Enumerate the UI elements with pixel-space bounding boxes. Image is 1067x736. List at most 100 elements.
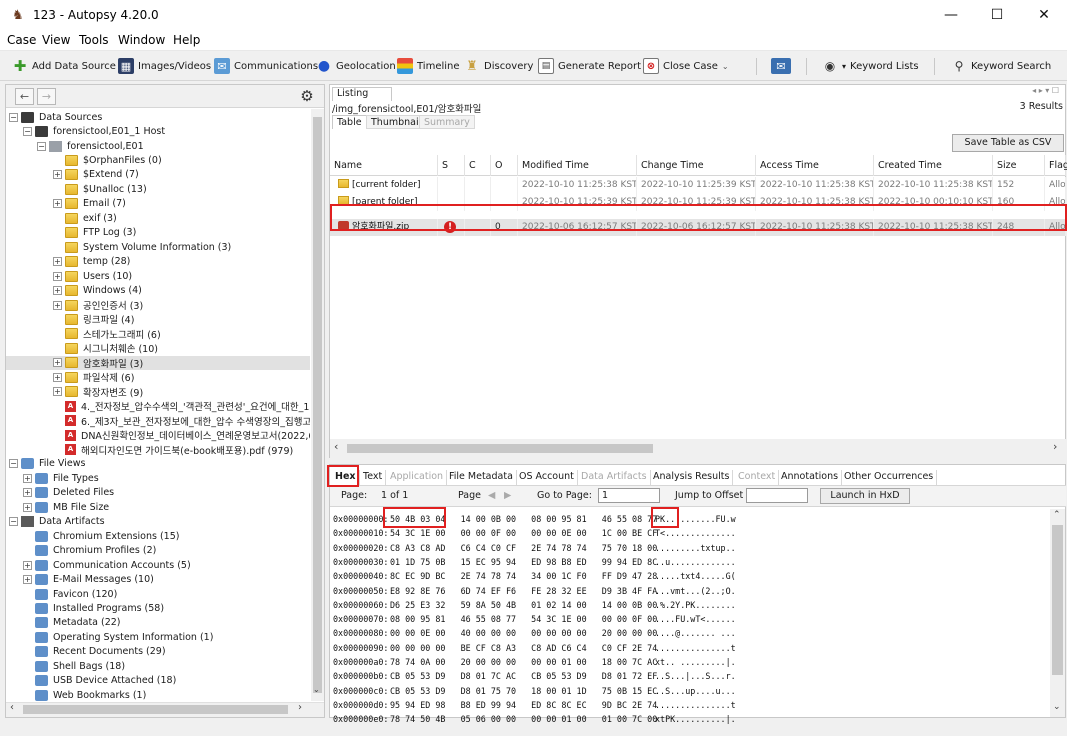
tree-node[interactable]: + 암호화파일 (3)	[6, 355, 310, 371]
expand-toggle-icon[interactable]: +	[53, 387, 62, 397]
images-videos-button[interactable]: ▦ Images/Videos	[118, 55, 211, 77]
tree-node[interactable]: exif (3)	[6, 211, 310, 225]
scroll-down-arrow-icon[interactable]: ⌄	[313, 685, 320, 694]
tree-node[interactable]: − Data Sources	[6, 110, 310, 124]
tree-node[interactable]: Metadata (22)	[6, 616, 310, 630]
save-table-csv-button[interactable]: Save Table as CSV	[952, 134, 1064, 152]
tree-node[interactable]: − forensictool,E01	[6, 139, 310, 153]
collapse-toggle-icon[interactable]: −	[23, 127, 32, 137]
table-row[interactable]: 암호화파일.zip! 0 2022-10-06 16:12:57 KST 2022-1…	[330, 219, 1066, 237]
tab-thumbnail[interactable]: Thumbnail	[366, 115, 427, 129]
tree-node[interactable]: FTP Log (3)	[6, 226, 310, 240]
tab-annotations[interactable]: Annotations	[778, 470, 843, 485]
column-header-c[interactable]: C	[465, 155, 491, 176]
forward-arrow-icon[interactable]: →	[37, 88, 56, 105]
tree-node[interactable]: A 4._전자정보_압수수색의_'객관적_관련성'_요건에_대한_1	[6, 399, 310, 413]
tab-context[interactable]: Context	[735, 470, 780, 485]
tree-node[interactable]: A 6._제3자_보관_전자정보에_대한_압수 수색영장의_집행고	[6, 413, 310, 428]
listing-tab[interactable]: Listing	[332, 87, 392, 101]
tab-os-account[interactable]: OS Account	[516, 470, 578, 485]
maximize-button[interactable]: ☐	[974, 0, 1020, 31]
geolocation-button[interactable]: ● Geolocation	[316, 55, 396, 77]
column-header-change-time[interactable]: Change Time	[637, 155, 756, 176]
launch-hxd-button[interactable]: Launch in HxD	[820, 488, 910, 504]
prev-page-arrow-icon[interactable]: ◀	[488, 490, 495, 501]
jump-offset-input[interactable]	[746, 488, 808, 503]
tree-node[interactable]: A 해외디자인도면 가이드북(e-book배포용).pdf (979)	[6, 442, 310, 457]
tree-node[interactable]: A DNA신원확인정보_데이터베이스_연례운영보고서(2022,6	[6, 428, 310, 442]
tab-application[interactable]: Application	[387, 470, 448, 485]
menu-window[interactable]: Window	[118, 33, 165, 47]
expand-toggle-icon[interactable]: +	[23, 473, 32, 483]
scroll-up-arrow-icon[interactable]: ⌃	[1053, 510, 1061, 520]
collapse-toggle-icon[interactable]: −	[9, 517, 18, 527]
next-page-arrow-icon[interactable]: ▶	[504, 490, 511, 501]
scroll-left-arrow-icon[interactable]: ‹	[334, 440, 338, 453]
collapse-toggle-icon[interactable]: −	[9, 459, 18, 469]
tree-node[interactable]: $OrphanFiles (0)	[6, 153, 310, 167]
menu-case[interactable]: Case	[7, 33, 36, 47]
tree-node[interactable]: + Users (10)	[6, 269, 310, 283]
tree-node[interactable]: + temp (28)	[6, 255, 310, 269]
email-button[interactable]: ✉	[771, 55, 791, 77]
tree-node[interactable]: + Deleted Files	[6, 486, 310, 500]
tree-node[interactable]: + $Extend (7)	[6, 168, 310, 182]
keyword-lists-button[interactable]: ◉ ▾ Keyword Lists	[822, 55, 919, 77]
table-row[interactable]: [current folder] 2022-10-10 11:25:38 KST 2…	[330, 177, 1066, 194]
generate-report-button[interactable]: ▤ Generate Report	[538, 55, 641, 77]
tree-node[interactable]: Installed Programs (58)	[6, 601, 310, 615]
tree-horizontal-scroll-thumb[interactable]	[23, 705, 288, 714]
tree-node[interactable]: Recent Documents (29)	[6, 645, 310, 659]
collapse-toggle-icon[interactable]: −	[9, 112, 18, 122]
goto-page-input[interactable]: 1	[598, 488, 660, 503]
scroll-left-arrow-icon[interactable]: ‹	[10, 702, 14, 713]
expand-toggle-icon[interactable]: +	[53, 286, 62, 296]
scroll-right-arrow-icon[interactable]: ›	[1053, 440, 1057, 453]
tree-node[interactable]: − forensictool,E01_1 Host	[6, 124, 310, 138]
tree-node[interactable]: 링크파일 (4)	[6, 312, 310, 326]
menu-tools[interactable]: Tools	[79, 33, 109, 47]
tab-text[interactable]: Text	[360, 470, 387, 485]
tree-node[interactable]: + 확장자변조 (9)	[6, 385, 310, 399]
column-header-size[interactable]: Size	[993, 155, 1045, 176]
tree-node[interactable]: System Volume Information (3)	[6, 240, 310, 254]
tree-node[interactable]: 시그니처훼손 (10)	[6, 341, 310, 355]
tree-node[interactable]: + File Types	[6, 471, 310, 485]
collapse-toggle-icon[interactable]: −	[37, 141, 46, 151]
menu-view[interactable]: View	[42, 33, 70, 47]
keyword-search-button[interactable]: ⚲ Keyword Search	[951, 55, 1052, 77]
scroll-down-arrow-icon[interactable]: ⌄	[1053, 702, 1061, 712]
table-row[interactable]: [parent folder] 2022-10-10 11:25:39 KST 20…	[330, 194, 1066, 212]
scroll-right-arrow-icon[interactable]: ›	[298, 702, 302, 713]
tree-node[interactable]: + Windows (4)	[6, 283, 310, 297]
tree-node[interactable]: USB Device Attached (18)	[6, 674, 310, 688]
tree-node[interactable]: Web Bookmarks (1)	[6, 688, 310, 701]
tab-file-metadata[interactable]: File Metadata	[446, 470, 517, 485]
close-button[interactable]: ✕	[1021, 0, 1067, 31]
column-header-s[interactable]: S	[438, 155, 465, 176]
timeline-button[interactable]: Timeline	[397, 55, 460, 77]
column-header-name[interactable]: Name	[330, 155, 438, 176]
tree-node[interactable]: Operating System Information (1)	[6, 630, 310, 644]
gear-icon[interactable]: ⚙	[299, 88, 315, 104]
tree-vertical-scroll-thumb[interactable]	[313, 117, 322, 693]
expand-toggle-icon[interactable]: +	[23, 560, 32, 570]
close-case-button[interactable]: ⊗ Close Case ⌄	[643, 55, 729, 77]
communications-button[interactable]: ✉ Communications	[214, 55, 318, 77]
column-header-access-time[interactable]: Access Time	[756, 155, 874, 176]
tab-hex[interactable]: Hex	[332, 470, 360, 485]
expand-toggle-icon[interactable]: +	[23, 575, 32, 585]
expand-toggle-icon[interactable]: +	[53, 358, 62, 368]
expand-toggle-icon[interactable]: +	[53, 199, 62, 209]
expand-toggle-icon[interactable]: +	[53, 271, 62, 281]
tree-node[interactable]: + Email (7)	[6, 197, 310, 211]
tab-analysis-results[interactable]: Analysis Results	[650, 470, 734, 485]
tree-node[interactable]: + E-Mail Messages (10)	[6, 572, 310, 586]
tree-node[interactable]: − File Views	[6, 457, 310, 471]
add-data-source-button[interactable]: ✚ Add Data Source	[12, 55, 116, 77]
expand-toggle-icon[interactable]: +	[53, 300, 62, 310]
panel-nav-arrows-icon[interactable]: ◂ ▸ ▾ ☐	[1032, 86, 1059, 95]
tree-node[interactable]: + 파일삭제 (6)	[6, 370, 310, 384]
tree-node[interactable]: Shell Bags (18)	[6, 659, 310, 673]
tree-node[interactable]: + 공인인증서 (3)	[6, 298, 310, 312]
